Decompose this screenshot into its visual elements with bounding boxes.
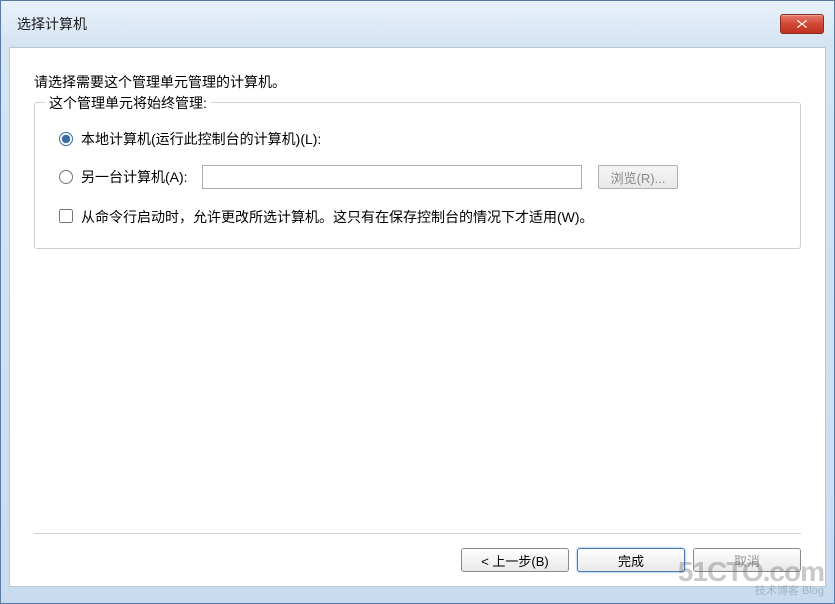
checkbox-row-cmdline: 从命令行启动时，允许更改所选计算机。这只有在保存控制台的情况下才适用(W)。	[59, 207, 782, 228]
dialog-window: 选择计算机 请选择需要这个管理单元管理的计算机。 这个管理单元将始终管理: 本地…	[0, 0, 835, 604]
computer-name-input[interactable]	[202, 165, 582, 189]
window-title: 选择计算机	[17, 14, 87, 34]
watermark-sub: 技术博客 Blog	[678, 586, 824, 597]
allow-change-checkbox[interactable]	[59, 209, 73, 223]
groupbox-legend: 这个管理单元将始终管理:	[45, 93, 211, 113]
radio-row-another: 另一台计算机(A): 浏览(R)...	[59, 165, 782, 189]
radio-local-label: 本地计算机(运行此控制台的计算机)(L):	[81, 129, 321, 149]
titlebar: 选择计算机	[1, 1, 834, 47]
management-groupbox: 这个管理单元将始终管理: 本地计算机(运行此控制台的计算机)(L): 另一台计算…	[34, 102, 801, 249]
checkbox-cmdline-label: 从命令行启动时，允许更改所选计算机。这只有在保存控制台的情况下才适用(W)。	[81, 207, 594, 228]
finish-button[interactable]: 完成	[577, 548, 685, 572]
back-button[interactable]: < 上一步(B)	[461, 548, 569, 572]
content-area: 请选择需要这个管理单元管理的计算机。 这个管理单元将始终管理: 本地计算机(运行…	[9, 47, 826, 587]
close-button[interactable]	[780, 14, 824, 34]
instruction-text: 请选择需要这个管理单元管理的计算机。	[34, 72, 801, 92]
radio-another-computer[interactable]	[59, 170, 73, 184]
radio-row-local: 本地计算机(运行此控制台的计算机)(L):	[59, 129, 782, 149]
radio-another-label: 另一台计算机(A):	[81, 167, 188, 187]
close-icon	[796, 19, 808, 29]
cancel-button[interactable]: 取消	[693, 548, 801, 572]
wizard-button-bar: < 上一步(B) 完成 取消	[34, 533, 801, 572]
radio-local-computer[interactable]	[59, 132, 73, 146]
browse-button[interactable]: 浏览(R)...	[598, 165, 679, 189]
